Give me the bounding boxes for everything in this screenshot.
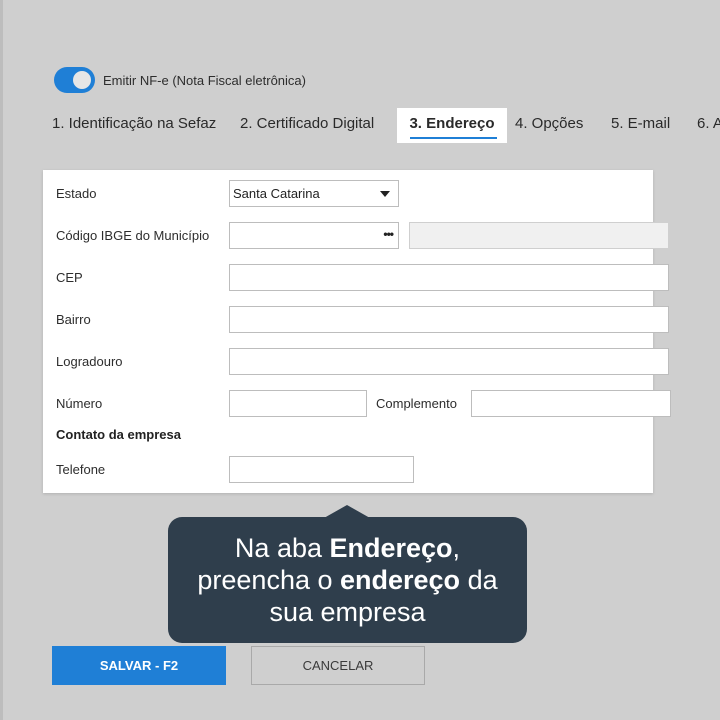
ibge-input[interactable]: ••• bbox=[229, 222, 399, 249]
emitir-nfe-label: Emitir NF-e (Nota Fiscal eletrônica) bbox=[103, 72, 306, 88]
telefone-input[interactable] bbox=[229, 456, 414, 483]
bairro-input[interactable] bbox=[229, 306, 669, 333]
tutorial-callout: Na aba Endereço, preencha o endereço da … bbox=[168, 517, 527, 643]
emitir-nfe-toggle[interactable] bbox=[54, 67, 95, 93]
telefone-label: Telefone bbox=[56, 462, 106, 477]
logradouro-input[interactable] bbox=[229, 348, 669, 375]
numero-label: Número bbox=[56, 396, 103, 411]
chevron-down-icon bbox=[380, 190, 390, 197]
tab-certificado[interactable]: 2. Certificado Digital bbox=[232, 108, 397, 143]
cep-label: CEP bbox=[56, 270, 83, 285]
ellipsis-icon[interactable]: ••• bbox=[383, 223, 394, 245]
toggle-knob bbox=[73, 71, 91, 89]
ibge-label: Código IBGE do Município bbox=[56, 228, 210, 243]
emitir-nfe-toggle-row: Emitir NF-e (Nota Fiscal eletrônica) bbox=[54, 67, 306, 93]
save-button[interactable]: SALVAR - F2 bbox=[52, 646, 226, 685]
endereco-form: Estado Santa Catarina Código IBGE do Mun… bbox=[43, 170, 671, 493]
tab-email[interactable]: 5. E-mail bbox=[603, 108, 689, 143]
estado-select[interactable]: Santa Catarina bbox=[229, 180, 399, 207]
cancel-button[interactable]: CANCELAR bbox=[251, 646, 425, 685]
estado-value: Santa Catarina bbox=[233, 186, 320, 201]
contato-section-title: Contato da empresa bbox=[56, 427, 181, 442]
complemento-input[interactable] bbox=[471, 390, 671, 417]
municipio-name-field bbox=[409, 222, 669, 249]
logradouro-label: Logradouro bbox=[56, 354, 123, 369]
tab-next[interactable]: 6. A bbox=[689, 108, 720, 143]
tab-endereco[interactable]: 3. Endereço bbox=[397, 108, 507, 143]
estado-label: Estado bbox=[56, 186, 97, 201]
tab-identificacao[interactable]: 1. Identificação na Sefaz bbox=[44, 108, 232, 143]
cep-input[interactable] bbox=[229, 264, 669, 291]
left-border bbox=[0, 0, 3, 720]
numero-input[interactable] bbox=[229, 390, 367, 417]
tab-bar: 1. Identificação na Sefaz 2. Certificado… bbox=[44, 108, 720, 143]
bairro-label: Bairro bbox=[56, 312, 91, 327]
complemento-label: Complemento bbox=[376, 396, 457, 411]
tab-opcoes[interactable]: 4. Opções bbox=[507, 108, 603, 143]
